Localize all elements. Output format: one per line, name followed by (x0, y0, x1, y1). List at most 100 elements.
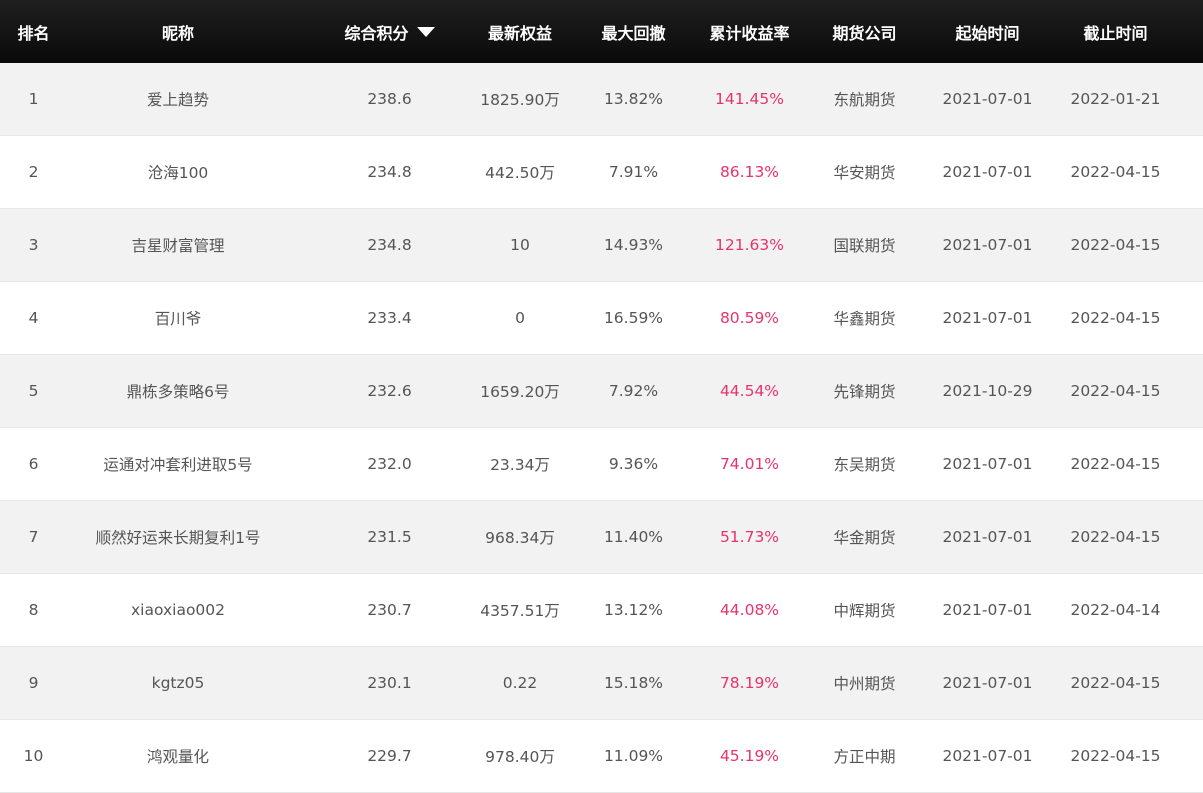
table-row[interactable]: 4 百川爷 233.4 0 16.59% 80.59% 华鑫期货 2021-07-01 2022… (0, 282, 1203, 355)
cell-start-date: 2021-07-01 (942, 528, 1033, 546)
cell-equity: 0.22 (502, 674, 538, 692)
cell-score: 230.1 (367, 674, 412, 692)
cell-drawdown: 13.12% (603, 601, 664, 619)
cell-end-date: 2022-04-15 (1070, 455, 1161, 473)
cell-broker: 华金期货 (833, 529, 896, 547)
cell-drawdown: 15.18% (603, 674, 664, 692)
cell-rank: 6 (28, 455, 39, 473)
cell-drawdown: 11.40% (603, 528, 664, 546)
cell-name: 鼎栋多策略6号 (126, 383, 230, 401)
cell-score: 234.8 (367, 163, 412, 181)
cell-drawdown: 7.91% (608, 163, 659, 181)
cell-end-date: 2022-04-15 (1070, 674, 1161, 692)
cell-start-date: 2021-07-01 (942, 90, 1033, 108)
cell-end-date: 2022-04-15 (1070, 309, 1161, 327)
column-header-label: 排名 (17, 23, 50, 43)
cell-return: 121.63% (715, 236, 784, 254)
cell-drawdown: 14.93% (603, 236, 664, 254)
cell-start-date: 2021-07-01 (942, 747, 1033, 765)
cell-equity: 23.34万 (490, 456, 550, 474)
column-header-label: 最大回撤 (601, 23, 666, 43)
column-header-label: 起始时间 (955, 23, 1020, 43)
cell-return: 78.19% (719, 674, 780, 692)
cell-return: 86.13% (719, 163, 780, 181)
column-header-label: 累计收益率 (709, 23, 790, 43)
table-row[interactable]: 3 吉星财富管理 234.8 10 14.93% 121.63% 国联期货 2021-07-0… (0, 209, 1203, 282)
cell-name: 顺然好运来长期复利1号 (95, 529, 261, 547)
cell-rank: 1 (28, 90, 39, 108)
cell-start-date: 2021-07-01 (942, 455, 1033, 473)
cell-rank: 2 (28, 163, 39, 181)
cell-score: 229.7 (367, 747, 412, 765)
column-header-name[interactable]: 昵称 (67, 0, 289, 63)
table-row[interactable]: 10 鸿观量化 229.7 978.40万 11.09% 45.19% 方正中期 2021-0… (0, 720, 1203, 793)
cell-start-date: 2021-10-29 (942, 382, 1033, 400)
column-header-label: 综合积分 (344, 23, 409, 43)
caret-down-icon[interactable] (416, 26, 435, 37)
column-header-equity[interactable]: 最新权益 (488, 0, 553, 63)
cell-start-date: 2021-07-01 (942, 163, 1033, 181)
column-header-label: 昵称 (161, 23, 194, 43)
cell-start-date: 2021-07-01 (942, 309, 1033, 327)
cell-rank: 5 (28, 382, 39, 400)
cell-rank: 9 (28, 674, 39, 692)
cell-return: 44.08% (719, 601, 780, 619)
cell-drawdown: 9.36% (608, 455, 659, 473)
table-row[interactable]: 5 鼎栋多策略6号 232.6 1659.20万 7.92% 44.54% 先锋期货 2021… (0, 355, 1203, 428)
cell-rank: 3 (28, 236, 39, 254)
cell-end-date: 2022-04-15 (1070, 382, 1161, 400)
cell-score: 231.5 (367, 528, 412, 546)
column-header-score[interactable]: 综合积分 (289, 0, 490, 63)
cell-broker: 方正中期 (833, 748, 896, 766)
cell-equity: 1825.90万 (480, 91, 560, 109)
cell-return: 80.59% (719, 309, 780, 327)
cell-return: 44.54% (719, 382, 780, 400)
cell-name: xiaoxiao002 (130, 601, 226, 619)
table-body: 1 爱上趋势 238.6 1825.90万 13.82% 141.45% 东航期货 2021-… (0, 63, 1203, 793)
column-header-label: 最新权益 (488, 23, 553, 43)
cell-end-date: 2022-04-15 (1070, 236, 1161, 254)
cell-drawdown: 7.92% (608, 382, 659, 400)
column-header-rank[interactable]: 排名 (0, 0, 67, 63)
cell-score: 238.6 (367, 90, 412, 108)
table-row[interactable]: 1 爱上趋势 238.6 1825.90万 13.82% 141.45% 东航期货 2021-… (0, 63, 1203, 136)
column-header-drawdown[interactable]: 最大回撤 (550, 0, 717, 63)
cell-drawdown: 16.59% (603, 309, 664, 327)
cell-equity: 10 (510, 236, 530, 254)
ranking-table: 排名 昵称 综合积分 最新权益 最大回撤 累计收益率 期货公司 起始时间 截止时… (0, 0, 1203, 793)
column-header-start[interactable]: 起始时间 (947, 0, 1028, 63)
cell-rank: 10 (23, 747, 44, 765)
cell-score: 233.4 (367, 309, 412, 327)
cell-start-date: 2021-07-01 (942, 674, 1033, 692)
cell-broker: 华鑫期货 (833, 310, 896, 328)
table-row[interactable]: 8 xiaoxiao002 230.7 4357.51万 13.12% 44.08% 中辉期… (0, 574, 1203, 647)
table-row[interactable]: 9 kgtz05 230.1 0.22 15.18% 78.19% 中州期货 2021-07-… (0, 647, 1203, 720)
cell-drawdown: 11.09% (603, 747, 664, 765)
table-row[interactable]: 7 顺然好运来长期复利1号 231.5 968.34万 11.40% 51.73% 华金期货… (0, 501, 1203, 574)
cell-name: 运通对冲套利进取5号 (103, 456, 253, 474)
cell-name: 百川爷 (154, 310, 202, 328)
cell-equity: 4357.51万 (480, 602, 560, 620)
cell-end-date: 2022-04-15 (1070, 747, 1161, 765)
cell-end-date: 2022-04-15 (1070, 528, 1161, 546)
cell-score: 230.7 (367, 601, 412, 619)
cell-rank: 8 (28, 601, 39, 619)
column-header-broker[interactable]: 期货公司 (782, 0, 947, 63)
cell-start-date: 2021-07-01 (942, 236, 1033, 254)
cell-broker: 中州期货 (833, 675, 896, 693)
cell-start-date: 2021-07-01 (942, 601, 1033, 619)
cell-equity: 0 (515, 309, 525, 327)
table-row[interactable]: 6 运通对冲套利进取5号 232.0 23.34万 9.36% 74.01% 东吴期货 202… (0, 428, 1203, 501)
table-row[interactable]: 2 沧海100 234.8 442.50万 7.91% 86.13% 华安期货 2021-07… (0, 136, 1203, 209)
cell-broker: 先锋期货 (833, 383, 896, 401)
cell-score: 232.6 (367, 382, 412, 400)
column-header-end[interactable]: 截止时间 (1028, 0, 1203, 63)
cell-rank: 7 (28, 528, 39, 546)
cell-return: 74.01% (719, 455, 780, 473)
cell-name: kgtz05 (151, 674, 205, 692)
cell-equity: 1659.20万 (480, 383, 560, 401)
cell-return: 141.45% (715, 90, 784, 108)
column-header-return[interactable]: 累计收益率 (710, 0, 790, 63)
cell-broker: 东航期货 (833, 91, 896, 109)
cell-equity: 442.50万 (485, 164, 555, 182)
